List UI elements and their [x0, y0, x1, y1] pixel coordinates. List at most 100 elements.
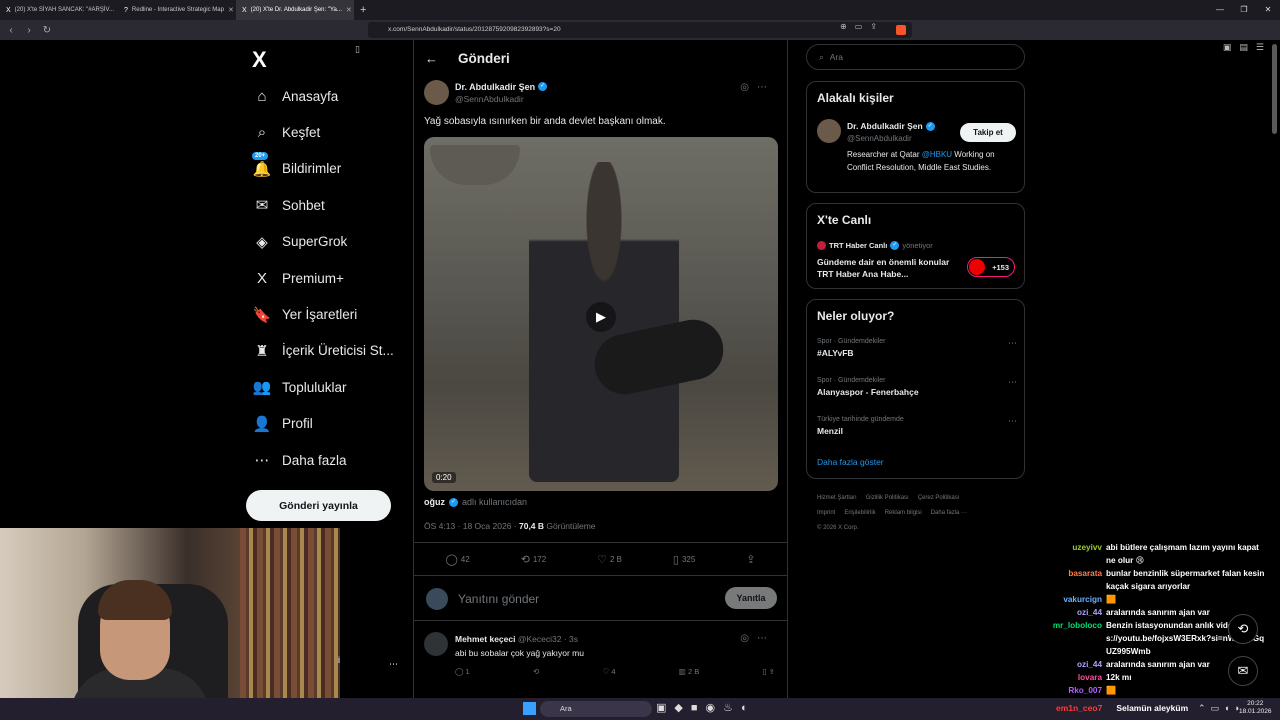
tab-label: (20) X'te SİYAH SANCAK: "#ARŞİV...	[14, 7, 114, 13]
sidebar-item-chat[interactable]: ✉ Sohbet	[252, 187, 394, 223]
live-listeners-pill[interactable]: +153	[967, 257, 1015, 277]
trend-item[interactable]: Spor · Gündemdekiler Alanyaspor - Fenerb…	[817, 377, 1017, 397]
tweet-video[interactable]: ▶ 0:20	[424, 137, 778, 491]
sidebar-item-bookmarks[interactable]: 🔖 Yer İşaretleri	[252, 296, 394, 332]
footer-link[interactable]: Gizlilik Politikası	[866, 495, 909, 501]
like-stat[interactable]: ♡ 4	[603, 667, 616, 676]
close-tab-icon[interactable]: ✕	[346, 6, 352, 14]
browser-tab-2[interactable]: ? Redline - Interactive Strategic Map ✕	[118, 0, 236, 20]
reply-stat[interactable]: ◯ 42	[445, 553, 469, 566]
more-options-icon[interactable]: ⋯	[1008, 338, 1017, 349]
search-input[interactable]: ⌕ Ara	[806, 44, 1025, 70]
more-options-icon[interactable]: ⋯	[757, 633, 775, 644]
footer-link[interactable]: Çerez Politikası	[918, 495, 960, 501]
views-stat[interactable]: ▥ 2 B	[679, 667, 699, 676]
taskbar-clock[interactable]: 20:22 18.01.2026	[1239, 700, 1272, 716]
new-tab-icon[interactable]: +	[360, 4, 366, 16]
avatar[interactable]	[817, 119, 841, 143]
bookmark-stat[interactable]: ▯ ⇪	[763, 667, 776, 676]
related-name[interactable]: Dr. Abdulkadir Şen ✓	[847, 121, 935, 131]
like-stat[interactable]: ♡ 2 B	[597, 553, 622, 566]
reply-button[interactable]: Yanıtla	[725, 587, 777, 609]
tweet-timestamp[interactable]: ÖS 4:13 · 18 Oca 2026 ·	[424, 521, 519, 531]
search-icon: ⌕	[819, 51, 824, 62]
sidebar-item-more[interactable]: ⋯ Daha fazla	[252, 442, 394, 478]
retweet-stat[interactable]: ⟲	[533, 667, 539, 676]
reload-icon[interactable]: ↻	[40, 25, 54, 36]
sidebar-item-supergrok[interactable]: ◈ SuperGrok	[252, 224, 394, 260]
trend-item[interactable]: Türkiye tarihinde gündemde Menzil ⋯	[817, 416, 1017, 436]
bookmark-stat[interactable]: ▯ 325	[673, 553, 695, 566]
share-stat[interactable]: ⇪	[746, 553, 755, 566]
play-icon[interactable]: ▶	[586, 302, 616, 332]
video-attribution: oğuz ✓ adlı kullanıcıdan	[424, 497, 527, 507]
follow-button[interactable]: Takip et	[960, 123, 1016, 142]
bio-link[interactable]: @HBKU	[922, 150, 952, 159]
avatar[interactable]	[424, 80, 449, 105]
account-more-icon[interactable]: ⋯	[389, 659, 398, 670]
grok-icon[interactable]: ◎	[740, 82, 757, 93]
maximize-icon[interactable]: ❐	[1232, 0, 1256, 20]
more-options-icon[interactable]: ⋯	[1008, 377, 1017, 388]
sidebar-item-creator-studio[interactable]: ♜ İçerik Üreticisi St...	[252, 333, 394, 369]
close-tab-icon[interactable]: ✕	[228, 6, 234, 14]
more-options-icon[interactable]: ⋯	[757, 82, 775, 93]
live-host-avatar	[817, 241, 826, 250]
brave-shield-icon[interactable]	[896, 25, 906, 35]
sidebar-item-communities[interactable]: 👥 Topluluklar	[252, 369, 394, 405]
reply-input[interactable]: Yanıtını gönder	[458, 592, 539, 606]
reply-tweet[interactable]: Mehmet keçeci @Kececi32 · 3s ◎⋯ abi bu s…	[414, 624, 787, 684]
back-nav-icon[interactable]: ‹	[4, 25, 18, 36]
forward-nav-icon[interactable]: ›	[22, 25, 36, 36]
uploader-name[interactable]: oğuz	[424, 497, 445, 507]
back-arrow-icon[interactable]: ←	[425, 51, 438, 66]
taskbar-search[interactable]: Ara	[540, 701, 652, 717]
post-button[interactable]: Gönderi yayınla	[246, 490, 391, 521]
sidebar-item-home[interactable]: ⌂ Anasayfa	[252, 78, 394, 114]
reply-stat[interactable]: ◯ 1	[455, 667, 470, 676]
sidebar-item-explore[interactable]: ⌕ Keşfet	[252, 114, 394, 150]
tweet-author[interactable]: Dr. Abdulkadir Şen ✓ @SennAbdulkadir	[424, 80, 548, 105]
sidebar-item-notifications[interactable]: 🔔 20+ Bildirimler	[252, 151, 394, 187]
related-handle[interactable]: @SennAbdulkadir	[847, 134, 912, 143]
bookmark-icon: ▯	[672, 553, 679, 566]
sidebar-item-premium[interactable]: X Premium+	[252, 260, 394, 296]
author-handle[interactable]: @SennAbdulkadir	[455, 94, 547, 104]
footer-link[interactable]: Hizmet Şartları	[817, 495, 857, 501]
bookmark-page-icon[interactable]: ▯	[355, 44, 360, 55]
close-window-icon[interactable]: ✕	[1256, 0, 1280, 20]
footer-link[interactable]: Erişilebilirlik	[844, 510, 875, 516]
footer-link[interactable]: Daha fazla ···	[931, 510, 967, 516]
live-title[interactable]: Gündeme dair en önemli konular TRT Haber…	[817, 256, 962, 280]
minimize-icon[interactable]: —	[1208, 0, 1232, 20]
show-more-link[interactable]: Daha fazla göster	[817, 457, 884, 467]
grok-icon[interactable]: ◎	[740, 633, 757, 644]
url-action-icons[interactable]: ⊕▭⇪	[840, 22, 885, 31]
windows-start-icon[interactable]	[523, 702, 536, 715]
taskbar-app-icons[interactable]: ▣◆■◉♨◐	[656, 701, 756, 714]
page-scrollbar[interactable]	[1272, 44, 1277, 134]
address-bar[interactable]: x.com/SennAbdulkadir/status/201287592098…	[368, 22, 912, 38]
retweet-stat[interactable]: ⟲ 172	[521, 553, 547, 566]
reply-actions: ◎⋯	[740, 633, 775, 644]
browser-tab-3[interactable]: X (20) X'te Dr. Abdulkadir Şen: "Ya... ✕	[236, 0, 354, 20]
chat-message: basarata bunlar benzinlik süpermarket fal…	[1030, 567, 1275, 593]
sidebar-item-profile[interactable]: 👤 Profil	[252, 406, 394, 442]
messages-floating-icon[interactable]: ✉	[1228, 656, 1258, 686]
system-tray-icons[interactable]: ⌃▭◖◗	[1198, 703, 1245, 714]
live-host[interactable]: TRT Haber Canlı ✓ yönetiyor	[817, 241, 933, 250]
sidebar-item-label: SuperGrok	[282, 234, 348, 250]
footer-link[interactable]: Reklam bilgisi	[885, 510, 922, 516]
more-options-icon[interactable]: ⋯	[1008, 416, 1017, 427]
author-name[interactable]: Dr. Abdulkadir Şen ✓	[455, 82, 548, 92]
browser-tab-1[interactable]: X (20) X'te SİYAH SANCAK: "#ARŞİV... ✕	[0, 0, 118, 20]
trend-item[interactable]: Spor · Gündemdekiler #ALYvFB ⋯	[817, 338, 1017, 358]
footer-link[interactable]: Imprint	[817, 510, 835, 516]
chat-user: vakurcign	[1063, 595, 1102, 604]
toolbar-extension-icons[interactable]: ▣▤☰	[1223, 42, 1272, 53]
avatar[interactable]	[424, 632, 448, 656]
x-logo-icon[interactable]: X	[252, 47, 267, 73]
grok-floating-icon[interactable]: ⟲	[1228, 614, 1258, 644]
account-switcher-name[interactable]: i	[338, 655, 340, 665]
webcam-bookshelf	[240, 528, 340, 720]
